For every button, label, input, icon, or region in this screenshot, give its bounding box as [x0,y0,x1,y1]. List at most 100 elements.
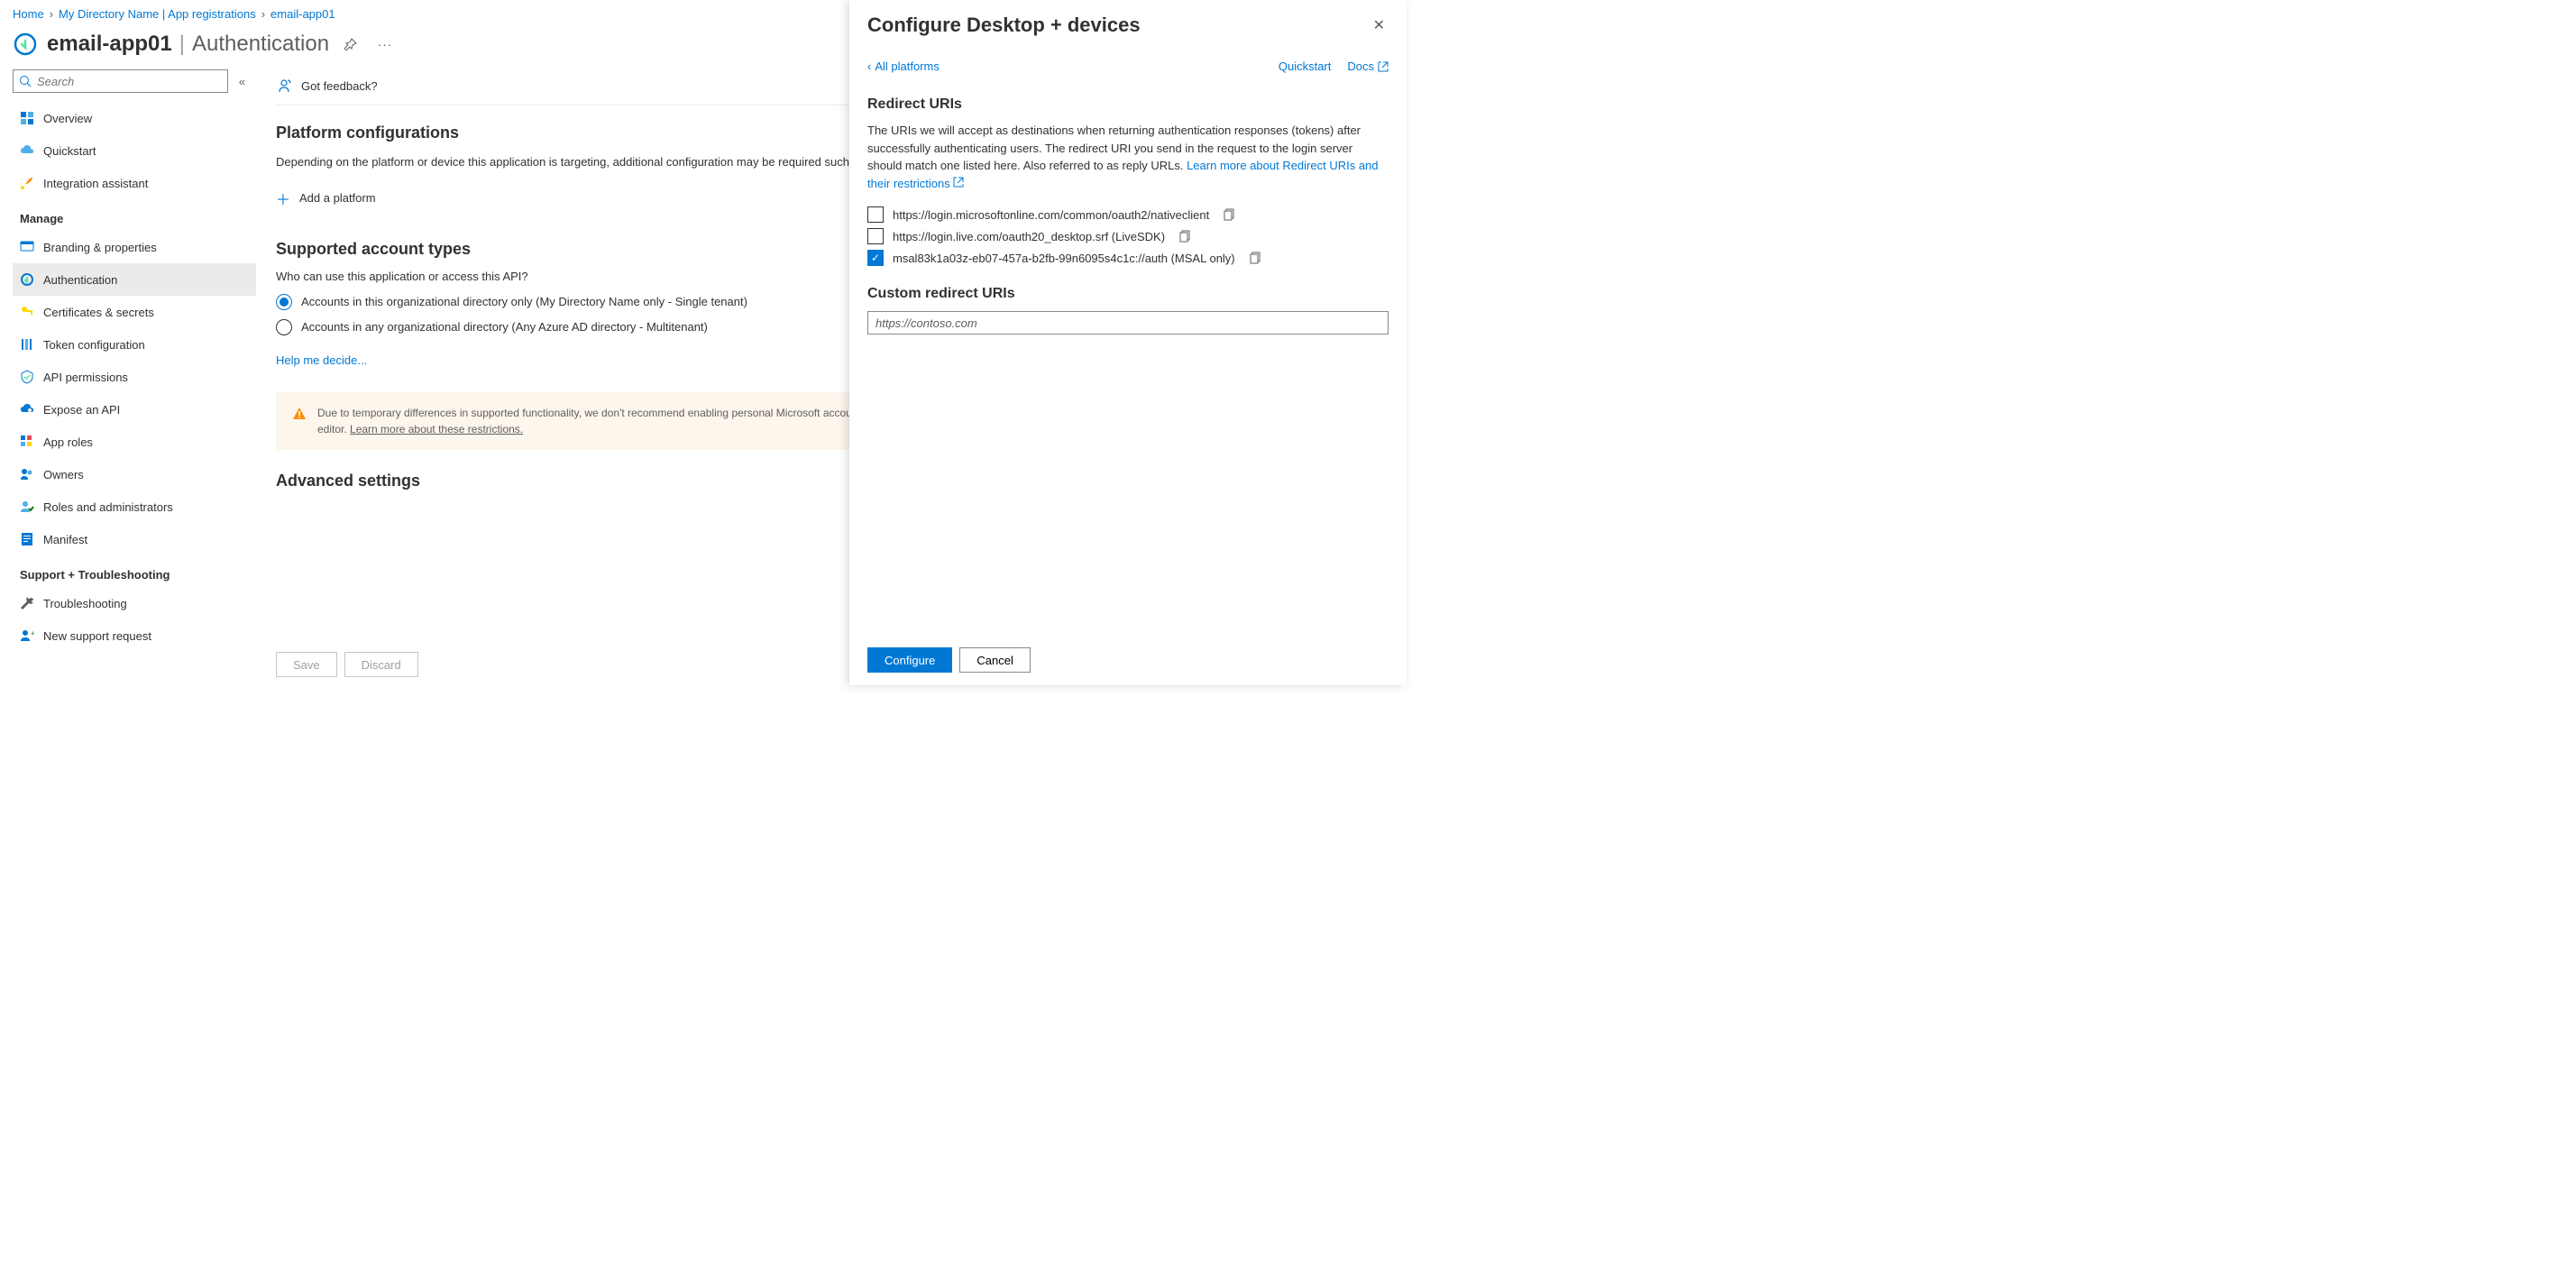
search-input[interactable] [37,75,222,88]
sidebar-item-certificates[interactable]: Certificates & secrets [13,296,256,328]
nav-label: Certificates & secrets [43,306,154,319]
save-button[interactable]: Save [276,652,337,677]
chevron-right-icon: › [261,7,265,21]
rocket-icon [20,176,34,190]
add-platform-button[interactable]: ＋ Add a platform [276,184,376,213]
sidebar-item-token[interactable]: Token configuration [13,328,256,361]
help-me-decide-link[interactable]: Help me decide... [276,353,367,367]
manifest-icon [20,532,34,546]
breadcrumb-directory[interactable]: My Directory Name | App registrations [59,7,256,21]
docs-link[interactable]: Docs [1347,60,1389,73]
uri-row-native: https://login.microsoftonline.com/common… [867,206,1389,223]
pin-icon[interactable] [338,32,363,57]
external-link-icon [1378,61,1389,72]
radio-label: Accounts in this organizational director… [301,295,747,308]
radio-icon [276,319,292,335]
sidebar-item-owners[interactable]: Owners [13,458,256,490]
sidebar-section-manage: Manage [13,199,256,231]
svg-text:+: + [31,629,34,637]
sidebar-item-troubleshooting[interactable]: Troubleshooting [13,587,256,619]
uri-row-msal: ✓ msal83k1a03z-eb07-457a-b2fb-99n6095s4c… [867,250,1389,266]
feedback-icon [276,78,292,94]
roles-icon [20,435,34,449]
nav-label: Overview [43,112,92,125]
nav-label: Integration assistant [43,177,148,190]
sidebar-item-roles-admins[interactable]: Roles and administrators [13,490,256,523]
radio-label: Accounts in any organizational directory… [301,320,708,334]
custom-uri-input[interactable] [867,311,1389,334]
permissions-icon [20,370,34,384]
quickstart-link[interactable]: Quickstart [1279,60,1332,73]
sidebar-item-authentication[interactable]: Authentication [13,263,256,296]
support-icon: + [20,628,34,643]
search-icon [19,75,32,87]
panel-title: Configure Desktop + devices [867,14,1141,37]
sidebar-item-support-request[interactable]: + New support request [13,619,256,652]
redirect-uris-desc: The URIs we will accept as destinations … [867,122,1389,192]
close-icon[interactable]: ✕ [1370,13,1389,38]
nav-label: Authentication [43,273,117,287]
nav-label: Owners [43,468,84,481]
breadcrumb-home[interactable]: Home [13,7,44,21]
sidebar: « Overview Quickstart Integration assist… [0,69,256,684]
uri-label: msal83k1a03z-eb07-457a-b2fb-99n6095s4c1c… [893,252,1235,265]
wrench-icon [20,596,34,610]
uri-label: https://login.microsoftonline.com/common… [893,208,1209,222]
admin-icon [20,499,34,514]
nav-label: Quickstart [43,144,96,158]
more-icon[interactable]: ··· [372,32,398,57]
back-all-platforms[interactable]: ‹ All platforms [867,60,940,73]
redirect-uris-title: Redirect URIs [867,96,1389,113]
nav-label: Expose an API [43,403,120,417]
checkbox[interactable] [867,206,884,223]
app-registration-icon [13,32,38,57]
feedback-link[interactable]: Got feedback? [301,79,378,93]
checkbox[interactable]: ✓ [867,250,884,266]
nav-label: New support request [43,629,151,643]
discard-button[interactable]: Discard [344,652,418,677]
sidebar-search[interactable] [13,69,228,93]
copy-icon[interactable] [1224,208,1236,221]
nav-label: App roles [43,435,93,449]
warning-icon [292,407,307,437]
radio-icon [276,294,292,310]
chevron-left-icon: ‹ [867,60,871,73]
nav-label: Manifest [43,533,87,546]
sidebar-item-quickstart[interactable]: Quickstart [13,134,256,167]
uri-label: https://login.live.com/oauth20_desktop.s… [893,230,1165,243]
nav-label: Token configuration [43,338,145,352]
page-title: email-app01 | Authentication [47,32,329,57]
copy-icon[interactable] [1179,230,1192,243]
copy-icon[interactable] [1250,252,1262,264]
cancel-button[interactable]: Cancel [959,647,1030,673]
checkbox[interactable] [867,228,884,244]
sidebar-item-overview[interactable]: Overview [13,102,256,134]
sidebar-item-app-roles[interactable]: App roles [13,426,256,458]
sidebar-item-integration[interactable]: Integration assistant [13,167,256,199]
uri-row-livesdk: https://login.live.com/oauth20_desktop.s… [867,228,1389,244]
sidebar-item-api-permissions[interactable]: API permissions [13,361,256,393]
configure-button[interactable]: Configure [867,647,952,673]
owners-icon [20,467,34,481]
cloud-icon [20,143,34,158]
nav-label: API permissions [43,371,128,384]
sidebar-item-manifest[interactable]: Manifest [13,523,256,555]
expose-icon [20,402,34,417]
sidebar-section-support: Support + Troubleshooting [13,555,256,587]
configure-panel: Configure Desktop + devices ✕ ‹ All plat… [849,0,1407,685]
nav-label: Roles and administrators [43,500,173,514]
key-icon [20,305,34,319]
breadcrumb-app[interactable]: email-app01 [270,7,335,21]
add-platform-label: Add a platform [299,191,376,205]
sidebar-item-branding[interactable]: Branding & properties [13,231,256,263]
nav-label: Troubleshooting [43,597,127,610]
nav-label: Branding & properties [43,241,157,254]
auth-icon [20,272,34,287]
chevron-right-icon: › [50,7,53,21]
collapse-sidebar-icon[interactable]: « [235,71,249,92]
sidebar-item-expose-api[interactable]: Expose an API [13,393,256,426]
banner-link[interactable]: Learn more about these restrictions. [350,423,523,435]
external-link-icon [953,177,964,188]
overview-icon [20,111,34,125]
token-icon [20,337,34,352]
